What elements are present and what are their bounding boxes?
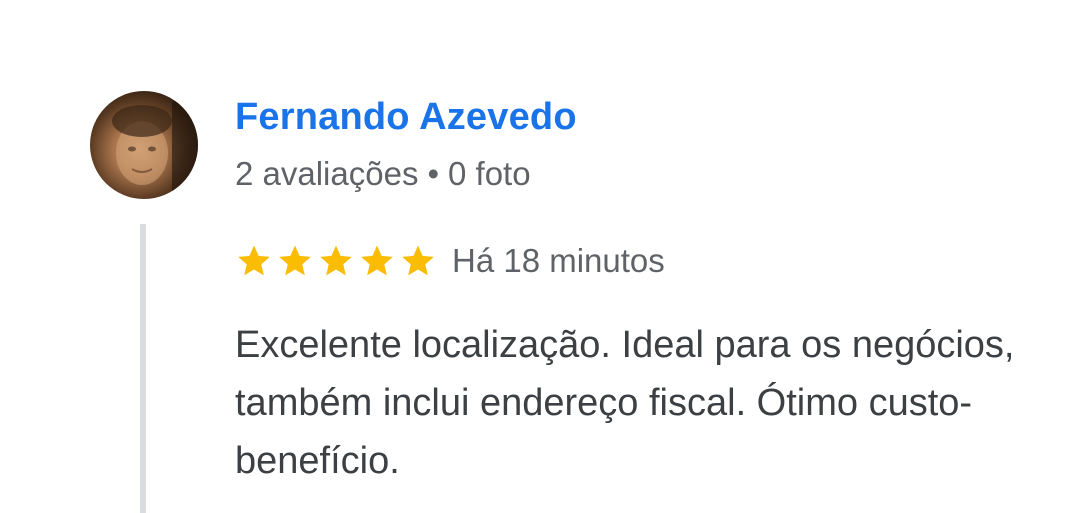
- review-time: Há 18 minutos: [452, 242, 665, 279]
- review-card: Fernando Azevedo 2 avaliações • 0 foto Há …: [0, 0, 1080, 513]
- meta-separator: •: [427, 155, 440, 192]
- star-icon: [238, 245, 270, 276]
- review-text: Excelente localização. Ideal para os neg…: [235, 324, 1015, 482]
- star-rating: [235, 242, 440, 280]
- star-icon: [320, 245, 352, 276]
- star-icon: [361, 245, 393, 276]
- star-icon: [402, 245, 434, 276]
- rating-row: Há 18 minutos: [235, 238, 665, 284]
- reviews-count: 2 avaliações: [235, 155, 419, 192]
- avatar-photo: [112, 101, 198, 199]
- thread-line: [140, 224, 146, 513]
- star-icon: [279, 245, 311, 276]
- author-meta: 2 avaliações • 0 foto: [235, 155, 531, 193]
- author-avatar[interactable]: [90, 91, 198, 199]
- author-name-link[interactable]: Fernando Azevedo: [235, 96, 577, 139]
- photos-count: 0 foto: [448, 155, 531, 192]
